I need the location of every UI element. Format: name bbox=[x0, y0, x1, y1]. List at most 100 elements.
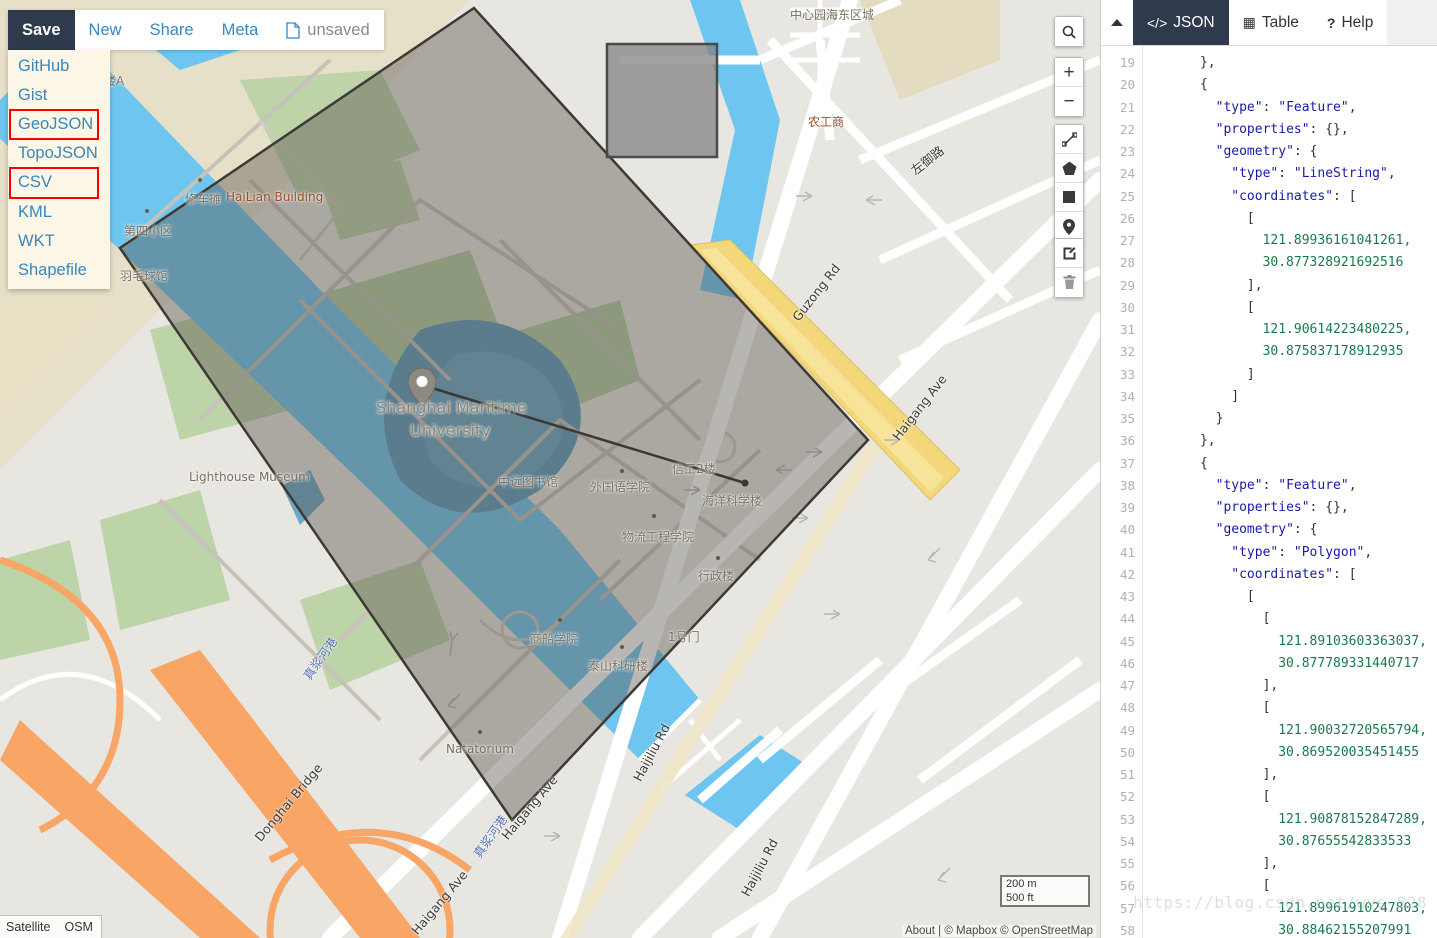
json-line[interactable]: } bbox=[1153, 408, 1437, 430]
json-line[interactable]: "type": "Feature", bbox=[1153, 475, 1437, 497]
json-line[interactable]: 30.87655542833533 bbox=[1153, 831, 1437, 853]
map-zoom-control[interactable]: + − bbox=[1054, 57, 1084, 117]
map-search-control[interactable] bbox=[1054, 16, 1084, 47]
poi-dot bbox=[478, 730, 482, 734]
line-number: 34 bbox=[1119, 388, 1135, 404]
json-line[interactable]: "type": "LineString", bbox=[1153, 163, 1437, 185]
json-code-editor[interactable]: 19 20 21 22 23 24 25 26 27 28 29 30 31 32 33 34 35 36 37 38… bbox=[1101, 46, 1437, 938]
line-number: 46 bbox=[1119, 655, 1135, 671]
save-menu-item-topojson[interactable]: TopoJSON bbox=[8, 139, 110, 168]
save-menu-item-gist[interactable]: Gist bbox=[8, 81, 110, 110]
json-line[interactable]: { bbox=[1153, 74, 1437, 96]
json-line[interactable]: "properties": {}, bbox=[1153, 119, 1437, 141]
line-number: 48 bbox=[1119, 700, 1135, 716]
poi-dot bbox=[620, 469, 624, 473]
zoom-out-button[interactable]: − bbox=[1055, 87, 1083, 116]
json-line[interactable]: "coordinates": [ bbox=[1153, 564, 1437, 586]
json-line[interactable]: [ bbox=[1153, 786, 1437, 808]
line-number: 31 bbox=[1119, 322, 1135, 337]
json-line[interactable]: }, bbox=[1153, 52, 1437, 74]
line-number: 57 bbox=[1119, 900, 1135, 916]
json-line[interactable]: 121.89103603363037, bbox=[1153, 631, 1437, 653]
collapse-panel-button[interactable] bbox=[1101, 0, 1133, 45]
json-line[interactable]: ], bbox=[1153, 275, 1437, 297]
map-pane[interactable]: 楼A 中心园海东区城 农工商 左御路 修车摊 HaiLian Building 第四小区 羽毛… bbox=[0, 0, 1100, 938]
json-line[interactable]: 30.877789331440717 bbox=[1153, 653, 1437, 675]
edit-icon[interactable] bbox=[1055, 239, 1083, 268]
tab-json-label: JSON bbox=[1173, 13, 1215, 31]
map-edit-control[interactable] bbox=[1054, 238, 1084, 298]
trash-icon[interactable] bbox=[1055, 268, 1083, 297]
json-line[interactable]: { bbox=[1153, 453, 1437, 475]
json-line[interactable]: ] bbox=[1153, 386, 1437, 408]
json-line[interactable]: 121.89961910247803, bbox=[1153, 898, 1437, 920]
save-menu-item-github[interactable]: GitHub bbox=[8, 52, 110, 81]
tab-table[interactable]: ▦ Table bbox=[1228, 0, 1313, 45]
line-number: 56 bbox=[1119, 878, 1135, 894]
tab-help[interactable]: ? Help bbox=[1312, 0, 1388, 45]
layer-switcher[interactable]: Satellite OSM bbox=[0, 915, 102, 938]
layer-option-osm[interactable]: OSM bbox=[64, 920, 92, 934]
tab-json[interactable]: </> JSON bbox=[1133, 0, 1229, 45]
save-menu-item-geojson[interactable]: GeoJSON bbox=[9, 109, 99, 141]
json-line[interactable]: "type": "Polygon", bbox=[1153, 542, 1437, 564]
json-line[interactable]: [ bbox=[1153, 875, 1437, 897]
json-code-content[interactable]: }, { "type": "Feature", "properties": {}… bbox=[1143, 46, 1437, 938]
top-toolbar[interactable]: Save New Share Meta unsaved bbox=[8, 10, 384, 50]
json-line[interactable]: "type": "Feature", bbox=[1153, 97, 1437, 119]
meta-button[interactable]: Meta bbox=[208, 10, 273, 50]
json-line[interactable]: ], bbox=[1153, 853, 1437, 875]
json-line[interactable]: [ bbox=[1153, 608, 1437, 630]
json-line[interactable]: "geometry": { bbox=[1153, 519, 1437, 541]
json-line[interactable]: "geometry": { bbox=[1153, 141, 1437, 163]
line-number: 51 bbox=[1119, 767, 1135, 782]
map-canvas[interactable] bbox=[0, 0, 1100, 938]
line-number: 33 bbox=[1119, 366, 1135, 382]
json-line[interactable]: [ bbox=[1153, 586, 1437, 608]
line-number: 41 bbox=[1119, 544, 1135, 560]
json-line[interactable]: [ bbox=[1153, 297, 1437, 319]
json-line[interactable]: [ bbox=[1153, 697, 1437, 719]
new-button[interactable]: New bbox=[75, 10, 136, 50]
json-line[interactable]: [ bbox=[1153, 208, 1437, 230]
json-line[interactable]: 30.875837178912935 bbox=[1153, 341, 1437, 363]
json-line[interactable]: "coordinates": [ bbox=[1153, 186, 1437, 208]
triangle-up-icon bbox=[1111, 18, 1123, 26]
draw-rectangle-icon[interactable] bbox=[1055, 183, 1083, 212]
line-number: 37 bbox=[1119, 455, 1135, 471]
map-draw-control[interactable] bbox=[1054, 124, 1084, 242]
save-dropdown-menu[interactable]: GitHub Gist GeoJSON TopoJSON CSV KML WKT Shapef… bbox=[8, 50, 110, 289]
json-line[interactable]: 121.90878152847289, bbox=[1153, 809, 1437, 831]
map-attribution[interactable]: About | © Mapbox © OpenStreetMap bbox=[901, 925, 1096, 937]
json-line[interactable]: 121.90032720565794, bbox=[1153, 720, 1437, 742]
json-line[interactable]: 121.89936161041261, bbox=[1153, 230, 1437, 252]
geojson-io-app: 楼A 中心园海东区城 农工商 左御路 修车摊 HaiLian Building 第四小区 羽毛… bbox=[0, 0, 1437, 938]
save-button[interactable]: Save bbox=[8, 10, 75, 50]
scale-metric: 200 m bbox=[1000, 875, 1090, 891]
draw-line-icon[interactable] bbox=[1055, 125, 1083, 154]
json-line[interactable]: "properties": {}, bbox=[1153, 497, 1437, 519]
json-panel-tabs[interactable]: </> JSON ▦ Table ? Help bbox=[1101, 0, 1437, 46]
map-scale: 200 m 500 ft bbox=[1000, 875, 1090, 907]
json-line[interactable]: ], bbox=[1153, 675, 1437, 697]
save-menu-item-kml[interactable]: KML bbox=[8, 198, 110, 227]
json-line[interactable]: 30.869520035451455 bbox=[1153, 742, 1437, 764]
json-line[interactable]: ] bbox=[1153, 364, 1437, 386]
save-menu-item-wkt[interactable]: WKT bbox=[8, 227, 110, 256]
save-menu-item-shapefile[interactable]: Shapefile bbox=[8, 256, 110, 285]
marker-icon[interactable] bbox=[408, 368, 436, 406]
json-panel[interactable]: </> JSON ▦ Table ? Help 19 20 21 22 23 24 25 26… bbox=[1100, 0, 1437, 938]
draw-polygon-icon[interactable] bbox=[1055, 154, 1083, 183]
poi-dot bbox=[198, 178, 202, 182]
json-line[interactable]: 30.88462155207991 bbox=[1153, 920, 1437, 938]
search-icon[interactable] bbox=[1055, 17, 1083, 46]
json-line[interactable]: }, bbox=[1153, 430, 1437, 452]
zoom-in-button[interactable]: + bbox=[1055, 58, 1083, 87]
json-line[interactable]: 121.90614223480225, bbox=[1153, 319, 1437, 341]
layer-option-satellite[interactable]: Satellite bbox=[6, 920, 50, 934]
save-menu-item-csv[interactable]: CSV bbox=[9, 167, 99, 199]
share-button[interactable]: Share bbox=[136, 10, 208, 50]
draw-marker-icon[interactable] bbox=[1055, 212, 1083, 241]
json-line[interactable]: 30.877328921692516 bbox=[1153, 252, 1437, 274]
json-line[interactable]: ], bbox=[1153, 764, 1437, 786]
